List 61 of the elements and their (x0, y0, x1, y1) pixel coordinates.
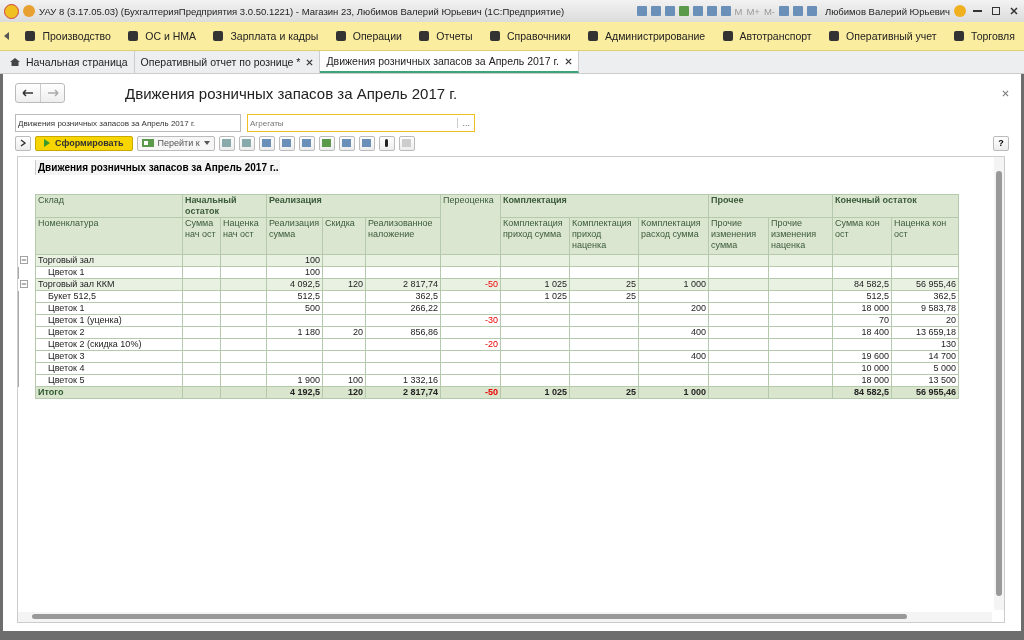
report-title: Движения розничных запасов за Апрель 2017 г.. (35, 160, 281, 175)
column-header: Скидка (322, 217, 366, 255)
choose-button[interactable]: ... (457, 118, 474, 128)
goto-button[interactable]: Перейти к (136, 135, 215, 151)
tab[interactable]: Начальная страница (4, 51, 135, 73)
restore-icon[interactable] (992, 7, 1000, 15)
column-header: Начальный остаток (182, 194, 267, 218)
column-header: Сумма кон ост (832, 217, 892, 255)
column-header: Реализация (266, 194, 441, 218)
report-name-field[interactable]: Движения розничных запасов за Апрель 2017 г. (15, 114, 241, 132)
arrow-left-icon (22, 89, 34, 97)
caret-icon (203, 141, 210, 145)
collapse-icon[interactable] (19, 279, 28, 288)
section-button[interactable]: ОС и НМА (125, 24, 200, 48)
tab-label: Оперативный отчет по рознице * (140, 56, 301, 68)
column-header: Прочее (708, 194, 833, 218)
scroll-left-icon[interactable] (4, 32, 9, 40)
column-header: Склад (35, 194, 183, 218)
column-header: Комплектация приход сумма (500, 217, 570, 255)
user-name[interactable]: Любимов Валерий Юрьевич (825, 5, 950, 17)
horizontal-scrollbar[interactable] (18, 612, 992, 622)
column-header: Переоценка (440, 194, 501, 255)
section-button[interactable]: Отчеты (416, 24, 476, 48)
close-icon[interactable] (306, 58, 314, 66)
close-icon[interactable] (1010, 7, 1018, 15)
arrow-right-icon (46, 89, 59, 97)
window-title: УАУ 8 (3.17.05.03) (БухгалтерияПредприятия 3.0.50.1221) - Магазин 23, Любимов Валерий Юрьевич (1С:Предприятие) (39, 5, 566, 17)
tab[interactable]: Движения розничных запасов за Апрель 2017 г. (320, 51, 579, 73)
generate-button[interactable]: Сформировать (35, 135, 133, 151)
section-button[interactable]: Администрирование (585, 24, 709, 48)
tab-label: Начальная страница (26, 56, 128, 68)
collapse-icon[interactable] (19, 255, 28, 264)
column-header: Конечный остаток (832, 194, 959, 218)
section-button[interactable]: Автотранспорт (719, 24, 815, 48)
column-header: Прочие изменения наценка (768, 217, 833, 255)
column-header: Наценка кон ост (891, 217, 959, 255)
section-button[interactable]: Зарплата и кадры (210, 24, 322, 48)
column-header: Реализация сумма (266, 217, 323, 255)
panel-toggle-button[interactable] (15, 135, 31, 151)
column-header: Наценка нач ост (220, 217, 267, 255)
column-header: Комплектация расход сумма (638, 217, 709, 255)
column-header: Комплектация (500, 194, 709, 218)
aggregates-field[interactable]: Агрегаты ... (247, 114, 475, 132)
section-button[interactable]: Справочники (487, 24, 574, 48)
section-button[interactable]: Оперативный учет (826, 24, 940, 48)
home-icon (10, 57, 20, 67)
column-header: Комплектация приход наценка (569, 217, 639, 255)
section-button[interactable]: Производство (22, 24, 114, 48)
section-button[interactable]: Торговля (951, 24, 1018, 48)
tab-label: Движения розничных запасов за Апрель 2017 г. (326, 55, 559, 67)
column-header: Номенклатура (35, 217, 183, 255)
logo-icon (4, 3, 19, 19)
play-icon (44, 139, 50, 147)
chevron-right-icon (20, 139, 26, 147)
form-title: Движения розничных запасов за Апрель 2017 г. (125, 84, 459, 102)
section-button[interactable]: Операции (332, 24, 405, 48)
vertical-scrollbar[interactable] (994, 157, 1004, 610)
column-header: Реализованное наложение (365, 217, 441, 255)
help-button[interactable]: ? (993, 135, 1009, 151)
close-icon[interactable] (564, 57, 572, 65)
column-header: Прочие изменения сумма (708, 217, 769, 255)
